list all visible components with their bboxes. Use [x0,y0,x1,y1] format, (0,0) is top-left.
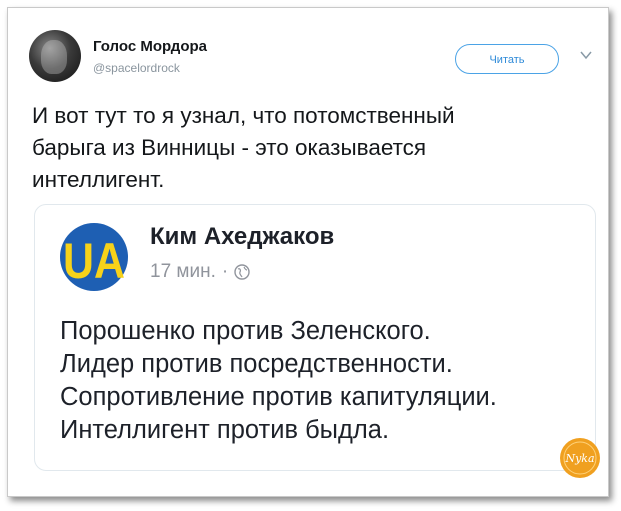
display-name[interactable]: Голос Мордора [93,38,207,55]
watermark-logo: Nyka [560,438,600,478]
quoted-line: Порошенко против Зеленского. [60,317,431,345]
quoted-line: Лидер против посредственности. [60,350,453,378]
tweet-text: И вот тут то я узнал, что потомственный … [32,103,455,192]
chevron-down-icon[interactable] [580,50,592,60]
ua-logo-text: UA [63,233,125,289]
quoted-body: Порошенко против Зеленского. Лидер проти… [60,315,600,447]
quoted-author[interactable]: Ким Ахеджаков [150,223,334,251]
quoted-meta: 17 мин. · [150,261,250,283]
follow-button[interactable]: Читать [455,44,559,74]
quoted-line: Сопротивление против капитуляции. [60,383,497,411]
quoted-line: Интеллигент против быдла. [60,416,390,444]
handle[interactable]: @spacelordrock [93,61,180,75]
avatar[interactable] [29,30,81,82]
ua-logo: UA [60,223,128,291]
globe-icon [234,264,250,280]
meta-separator: · [221,261,229,282]
watermark-text: Nyka [564,452,594,465]
post-time[interactable]: 17 мин. [150,261,216,283]
